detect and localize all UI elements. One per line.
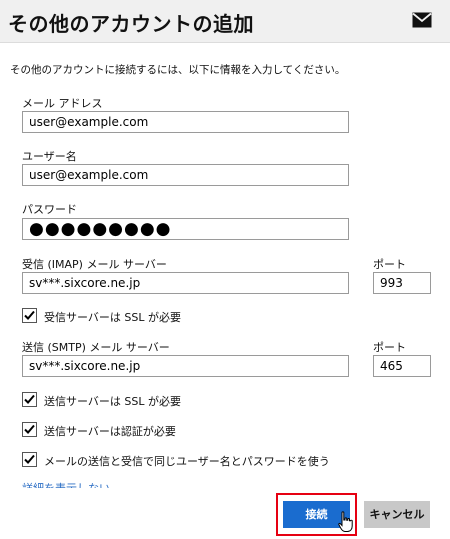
incoming-server-field[interactable]: sv***.sixcore.ne.jp (22, 272, 349, 294)
outgoing-server-field[interactable]: sv***.sixcore.ne.jp (22, 355, 349, 377)
checkbox-icon (22, 392, 37, 407)
incoming-ssl-label: 受信サーバーは SSL が必要 (44, 311, 181, 324)
mail-icon (412, 12, 432, 28)
dialog-title: その他のアカウントの追加 (8, 12, 254, 36)
dialog-header: その他のアカウントの追加 (0, 0, 450, 43)
email-label: メール アドレス (22, 97, 103, 110)
password-label: パスワード (22, 203, 77, 216)
checkbox-icon (22, 308, 37, 323)
username-field[interactable]: user@example.com (22, 164, 349, 186)
checkbox-icon (22, 422, 37, 437)
outgoing-auth-label: 送信サーバーは認証が必要 (44, 425, 176, 438)
intro-text: その他のアカウントに接続するには、以下に情報を入力してください。 (10, 64, 346, 76)
outgoing-port-field[interactable]: 465 (373, 355, 431, 377)
hand-cursor-icon (338, 511, 353, 532)
incoming-port-field[interactable]: 993 (373, 272, 431, 294)
incoming-server-label: 受信 (IMAP) メール サーバー (22, 258, 167, 271)
checkbox-icon (22, 452, 37, 467)
outgoing-port-label: ポート (373, 341, 406, 354)
incoming-port-label: ポート (373, 258, 406, 271)
password-field[interactable]: ●●●●●●●●● (22, 218, 349, 240)
email-field[interactable]: user@example.com (22, 111, 349, 133)
outgoing-server-label: 送信 (SMTP) メール サーバー (22, 341, 170, 354)
cancel-button[interactable]: キャンセル (364, 501, 430, 528)
same-credentials-label: メールの送信と受信で同じユーザー名とパスワードを使う (44, 455, 330, 468)
outgoing-ssl-label: 送信サーバーは SSL が必要 (44, 395, 181, 408)
hide-details-link[interactable]: 詳細を表示しない (22, 480, 142, 488)
username-label: ユーザー名 (22, 150, 77, 163)
